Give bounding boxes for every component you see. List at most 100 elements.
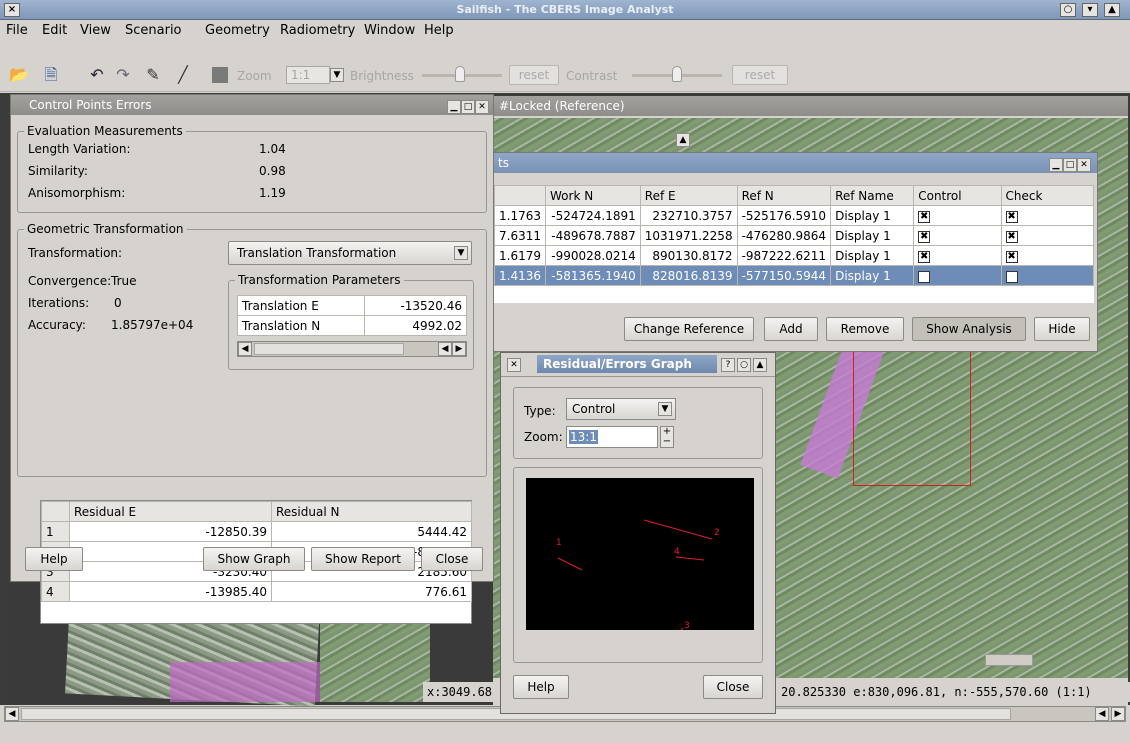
- check-checkbox[interactable]: ✖: [1005, 211, 1018, 223]
- table-row[interactable]: 7.6311 -489678.7887 1031971.2258 -476280…: [494, 225, 1095, 246]
- open-folder-icon[interactable]: 📂: [8, 64, 30, 86]
- show-report-button[interactable]: Show Report: [311, 547, 415, 571]
- close-button[interactable]: Close: [421, 547, 483, 571]
- save-icon[interactable]: 🗎: [40, 64, 62, 86]
- control-checkbox[interactable]: ✖: [918, 231, 931, 243]
- scroll-right-icon[interactable]: ▶: [452, 342, 466, 356]
- minimize-icon[interactable]: ▁: [1049, 158, 1063, 172]
- show-analysis-button[interactable]: Show Analysis: [912, 317, 1026, 341]
- contrast-slider-handle[interactable]: [672, 66, 682, 82]
- control-checkbox[interactable]: ✖: [918, 251, 931, 263]
- maximize-icon[interactable]: ▲: [753, 358, 767, 372]
- change-reference-button[interactable]: Change Reference: [624, 317, 754, 341]
- params-table: Translation E -13520.46 Translation N 49…: [237, 295, 468, 336]
- redo-icon[interactable]: ↷: [112, 64, 134, 86]
- zoom-stepper[interactable]: + −: [660, 426, 674, 448]
- geometric-transformation-group: Geometric Transformation Transformation:…: [17, 222, 487, 624]
- control-points-table: Work N Ref E Ref N Ref Name Control Chec…: [494, 185, 1095, 286]
- close-icon[interactable]: ×: [4, 3, 20, 17]
- control-checkbox[interactable]: ✖: [918, 211, 931, 223]
- column-header[interactable]: Ref Name: [830, 185, 915, 206]
- params-scroll-thumb[interactable]: [254, 343, 404, 355]
- brightness-label: Brightness: [350, 69, 414, 83]
- hide-button[interactable]: Hide: [1034, 317, 1090, 341]
- pen-icon[interactable]: ╱: [172, 64, 194, 86]
- table-row[interactable]: Translation E -13520.46: [237, 295, 468, 316]
- menu-edit[interactable]: Edit: [42, 23, 67, 38]
- table-row[interactable]: 1.1763 -524724.1891 232710.3757 -525176.…: [494, 205, 1095, 226]
- zoom-input[interactable]: 13:1: [566, 426, 658, 448]
- column-header[interactable]: Work N: [545, 185, 641, 206]
- column-header[interactable]: Residual E: [69, 501, 272, 522]
- brightness-reset-button[interactable]: reset: [509, 65, 559, 85]
- control-checkbox[interactable]: ✖: [918, 271, 931, 283]
- scroll-left-icon-2[interactable]: ◀: [1095, 707, 1109, 721]
- scroll-left-icon[interactable]: ◀: [238, 342, 252, 356]
- scroll-left-icon-2[interactable]: ◀: [438, 342, 452, 356]
- table-row[interactable]: 1 -12850.39 5444.42: [41, 521, 472, 542]
- image-scroll-thumb[interactable]: [985, 654, 1033, 666]
- menu-window[interactable]: Window: [364, 23, 415, 38]
- cell: -987222.6211: [736, 245, 832, 266]
- check-checkbox[interactable]: ✖: [1005, 231, 1018, 243]
- cell: -476280.9864: [736, 225, 832, 246]
- scroll-left-icon[interactable]: ◀: [5, 707, 19, 721]
- menu-help[interactable]: Help: [424, 23, 454, 38]
- add-button[interactable]: Add: [764, 317, 818, 341]
- brightness-slider-handle[interactable]: [455, 66, 465, 82]
- minimize-icon[interactable]: ○: [1060, 3, 1076, 17]
- residual-vector-1: [557, 557, 583, 571]
- chevron-down-icon[interactable]: ▼: [658, 402, 672, 416]
- maximize-icon[interactable]: □: [1063, 158, 1077, 172]
- undo-icon[interactable]: ↶: [86, 64, 108, 86]
- table-row[interactable]: Translation N 4992.02: [237, 315, 468, 336]
- show-graph-button[interactable]: Show Graph: [203, 547, 305, 571]
- close-icon[interactable]: ✕: [475, 100, 489, 114]
- scroll-right-icon[interactable]: ▶: [1111, 707, 1125, 721]
- check-checkbox[interactable]: ✖: [1005, 271, 1018, 283]
- maximize-icon[interactable]: □: [461, 100, 475, 114]
- color-swatch[interactable]: [212, 67, 228, 83]
- menu-radiometry[interactable]: Radiometry: [280, 23, 355, 38]
- table-row[interactable]: 4 -13985.40 776.61: [41, 581, 472, 602]
- cell: -12850.39: [69, 521, 272, 542]
- menu-file[interactable]: File: [6, 23, 28, 38]
- link-icon[interactable]: ✎: [142, 64, 164, 86]
- minimize-icon[interactable]: ○: [737, 358, 751, 372]
- remove-button[interactable]: Remove: [826, 317, 904, 341]
- residual-graph-canvas: 1 2 3 4: [526, 478, 754, 630]
- close-icon[interactable]: ✕: [1077, 158, 1091, 172]
- check-checkbox[interactable]: ✖: [1005, 251, 1018, 263]
- scroll-up-icon[interactable]: ▲: [676, 133, 690, 147]
- column-header[interactable]: Ref E: [639, 185, 738, 206]
- transformation-select[interactable]: Translation Transformation ▼: [228, 241, 472, 265]
- cell: Display 1: [830, 225, 915, 246]
- table-row-selected[interactable]: 1.4136 -581365.1940 828016.8139 -577150.…: [494, 265, 1095, 286]
- cell: 7.6311: [494, 225, 546, 246]
- graph-help-button[interactable]: Help: [513, 675, 569, 699]
- menu-icon[interactable]: ▾: [1082, 3, 1098, 17]
- table-row[interactable]: 1.6179 -990028.0214 890130.8172 -987222.…: [494, 245, 1095, 266]
- type-select[interactable]: Control ▼: [566, 398, 676, 420]
- cell: 232710.3757: [639, 205, 738, 226]
- column-header[interactable]: Control: [913, 185, 1002, 206]
- zoom-combo[interactable]: 1:1: [286, 66, 330, 84]
- menu-geometry[interactable]: Geometry: [205, 23, 270, 38]
- params-scrollbar[interactable]: ◀ ◀ ▶: [237, 341, 467, 357]
- chevron-down-icon[interactable]: ▼: [330, 68, 344, 82]
- chevron-down-icon[interactable]: ▼: [454, 246, 468, 260]
- help-button[interactable]: Help: [25, 547, 83, 571]
- column-header[interactable]: Ref N: [736, 185, 832, 206]
- menu-scenario[interactable]: Scenario: [125, 23, 182, 38]
- graph-close-button[interactable]: Close: [703, 675, 763, 699]
- menu-view[interactable]: View: [80, 23, 111, 38]
- help-icon[interactable]: ?: [721, 358, 735, 372]
- contrast-reset-button[interactable]: reset: [732, 65, 788, 85]
- minimize-icon[interactable]: ▁: [447, 100, 461, 114]
- column-header[interactable]: Check: [1000, 185, 1095, 206]
- maximize-icon[interactable]: ▲: [1104, 3, 1120, 17]
- close-icon[interactable]: ✕: [507, 358, 521, 372]
- cell: 828016.8139: [639, 265, 738, 286]
- column-header[interactable]: Residual N: [271, 501, 472, 522]
- evaluation-group: Evaluation Measurements Length Variation…: [17, 124, 487, 213]
